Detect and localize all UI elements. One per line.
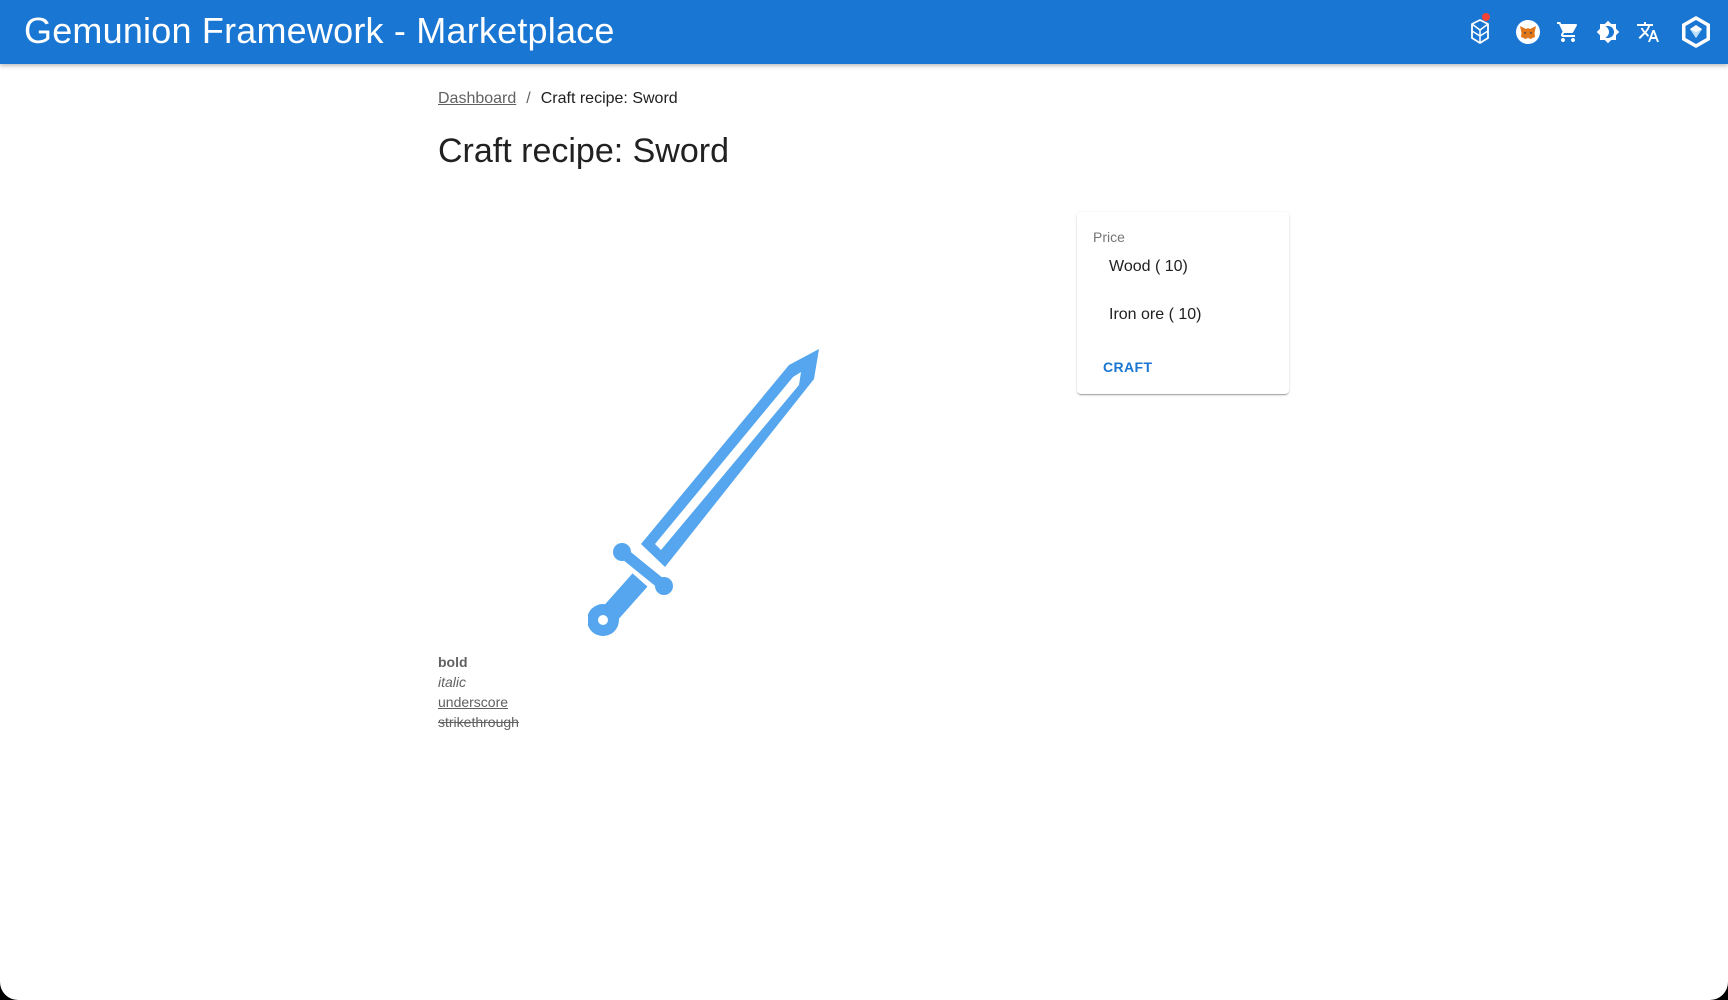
network-icon bbox=[1469, 19, 1491, 45]
wallet-button[interactable] bbox=[1508, 12, 1548, 52]
craft-button[interactable]: CRAFT bbox=[1093, 352, 1162, 382]
item-image bbox=[587, 264, 908, 644]
price-item: Iron ore ( 10) bbox=[1109, 306, 1202, 323]
language-button[interactable] bbox=[1628, 12, 1668, 52]
item-description: bold italic underscore strikethrough bbox=[438, 652, 519, 732]
theme-toggle-icon bbox=[1596, 20, 1620, 44]
cart-button[interactable] bbox=[1548, 12, 1588, 52]
price-card: Price Wood ( 10) Iron ore ( 10) CRAFT bbox=[1077, 212, 1289, 394]
app-bar: Gemunion Framework - Marketplace bbox=[0, 0, 1728, 64]
description-strikethrough: strikethrough bbox=[438, 714, 519, 730]
notification-dot bbox=[1482, 13, 1490, 21]
description-bold: bold bbox=[438, 654, 468, 670]
breadcrumb-dashboard-link[interactable]: Dashboard bbox=[438, 90, 516, 107]
description-italic: italic bbox=[438, 674, 467, 690]
profile-button[interactable] bbox=[1676, 12, 1716, 52]
price-label: Price bbox=[1093, 229, 1125, 245]
translate-icon bbox=[1636, 20, 1660, 44]
theme-toggle-button[interactable] bbox=[1588, 12, 1628, 52]
sword-icon bbox=[587, 349, 908, 648]
breadcrumb-separator: / bbox=[526, 90, 531, 107]
breadcrumb-current: Craft recipe: Sword bbox=[540, 90, 678, 107]
app-title[interactable]: Gemunion Framework - Marketplace bbox=[24, 0, 615, 64]
network-button[interactable] bbox=[1460, 12, 1500, 52]
page-viewport: Gemunion Framework - Marketplace Dashboa… bbox=[0, 0, 1728, 1000]
page-title: Craft recipe: Sword bbox=[438, 132, 729, 170]
profile-badge-icon bbox=[1679, 15, 1713, 49]
description-underscore: underscore bbox=[438, 694, 509, 710]
breadcrumb: Dashboard / Craft recipe: Sword bbox=[438, 90, 678, 108]
price-item: Wood ( 10) bbox=[1109, 258, 1188, 275]
metamask-fox-icon bbox=[1515, 19, 1541, 45]
cart-icon bbox=[1556, 20, 1580, 44]
